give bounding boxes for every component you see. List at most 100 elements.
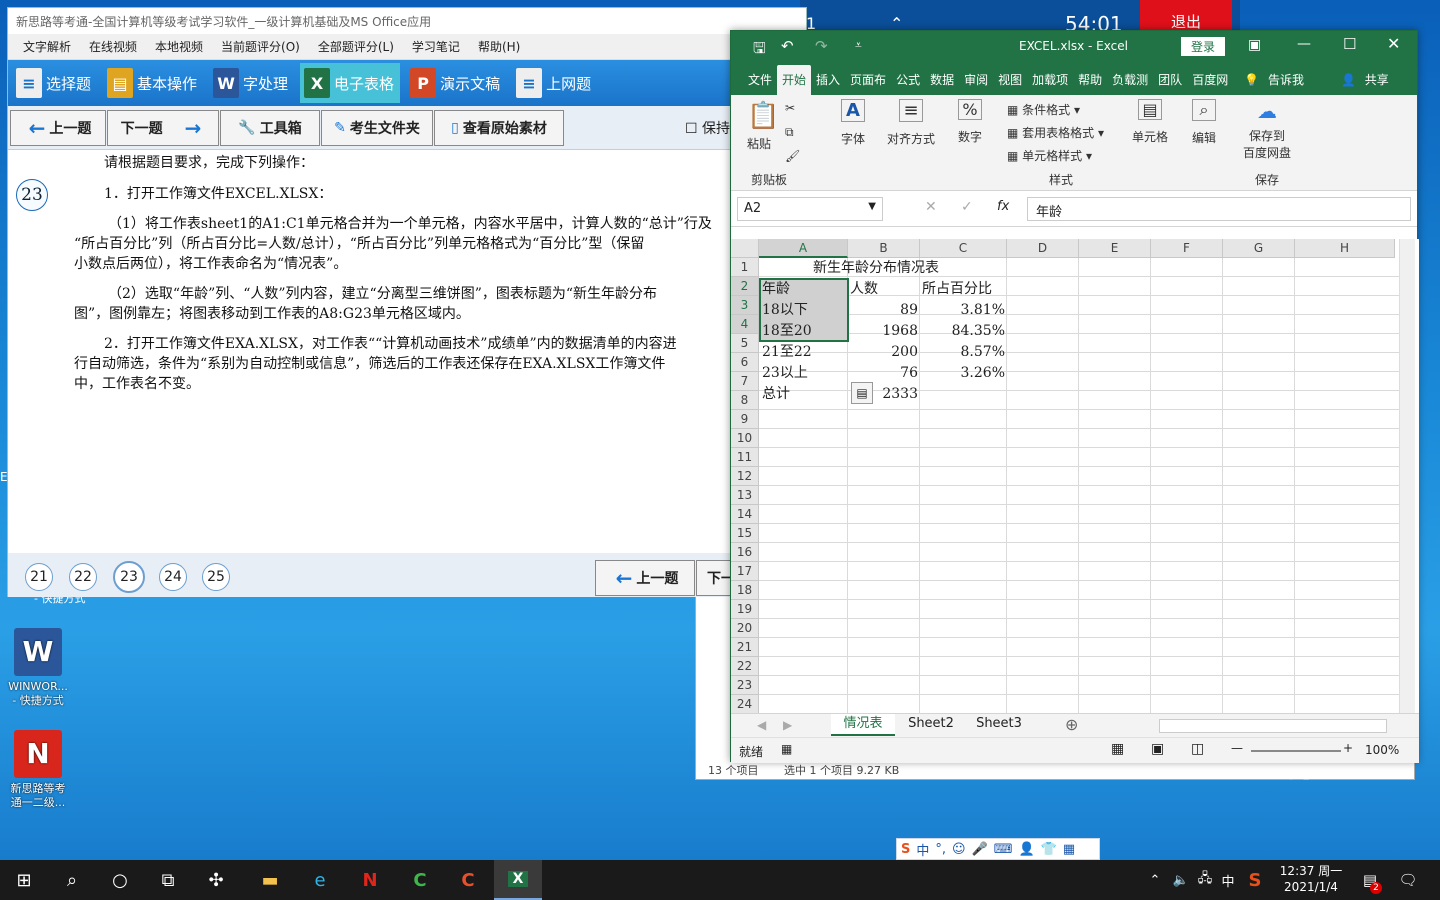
zoom-slider[interactable] <box>1251 750 1341 752</box>
cell-C4[interactable]: 84.35% <box>920 321 1007 342</box>
cell-A4[interactable]: 18至20 <box>760 321 814 342</box>
cell-B2[interactable]: 人数 <box>848 279 880 300</box>
sheet-tab[interactable]: Sheet3 <box>971 714 1027 736</box>
save-icon[interactable]: 🖫 <box>753 38 766 63</box>
module-basic[interactable]: ▤ 基本操作 <box>103 63 203 103</box>
next-question-button[interactable]: 下一题 → <box>107 109 219 146</box>
formula-input[interactable]: 年龄 <box>1027 197 1411 221</box>
view-source-button[interactable]: ▯ 查看原始素材 <box>434 109 564 146</box>
keep-checkbox[interactable]: ☐ 保持 <box>685 118 730 138</box>
action-center-icon[interactable]: 🗨 <box>1390 860 1426 900</box>
row-header[interactable]: 5 <box>731 334 759 353</box>
customize-qat-icon[interactable]: ⩡ <box>855 38 862 53</box>
row-header[interactable]: 3 <box>731 296 759 315</box>
tab-insert[interactable]: 插入 <box>811 65 845 95</box>
desktop-icon-winword[interactable]: W WINWOR... - 快捷方式 <box>4 628 72 708</box>
close-icon[interactable]: ✕ <box>1387 34 1400 53</box>
zoom-in-icon[interactable]: + <box>1343 741 1353 755</box>
clock[interactable]: 12:37 周一 2021/1/4 <box>1276 863 1346 895</box>
row-header[interactable]: 4 <box>731 315 759 334</box>
sheet-scroll-left-icon[interactable]: ◀ <box>757 718 766 732</box>
tray-ime[interactable]: 中 <box>1214 860 1242 900</box>
file-explorer-icon[interactable]: ▬ <box>246 860 294 900</box>
row-header[interactable]: 21 <box>731 638 759 657</box>
module-ppt[interactable]: P 演示文稿 <box>406 63 506 103</box>
row-header[interactable]: 24 <box>731 695 759 713</box>
format-painter-icon[interactable]: 🖌 <box>785 149 800 163</box>
ime-toolbar[interactable]: S 中 °, ☺ 🎤 ⌨ 👤 👕 ▦ <box>896 838 1100 860</box>
task-view-icon[interactable]: ⧉ <box>144 860 192 900</box>
undo-icon[interactable]: ↶ <box>781 37 794 55</box>
page-button[interactable]: 25 <box>202 563 230 591</box>
quick-analysis-icon[interactable]: ▤ <box>851 382 873 404</box>
number-group[interactable]: % 数字 <box>953 99 987 145</box>
prev-question-button-bottom[interactable]: ← 上一题 <box>595 560 695 596</box>
tab-addins[interactable]: 加载项 <box>1027 65 1073 95</box>
column-header[interactable]: G <box>1223 239 1295 258</box>
tab-data[interactable]: 数据 <box>925 65 959 95</box>
edge-icon[interactable]: e <box>296 860 344 900</box>
row-header[interactable]: 16 <box>731 543 759 562</box>
row-header[interactable]: 2 <box>731 277 759 296</box>
tab-team[interactable]: 团队 <box>1153 65 1187 95</box>
search-icon[interactable]: ⌕ <box>48 860 96 900</box>
row-header[interactable]: 8 <box>731 391 759 410</box>
tab-file[interactable]: 文件 <box>743 65 777 95</box>
column-header[interactable]: H <box>1295 239 1395 258</box>
redo-icon[interactable]: ↷ <box>815 37 828 55</box>
cell-B3[interactable]: 89 <box>848 300 920 321</box>
menu-notes[interactable]: 学习笔记 <box>412 38 460 55</box>
row-header[interactable]: 18 <box>731 581 759 600</box>
enter-icon[interactable]: ✓ <box>961 199 973 215</box>
toolbox-button[interactable]: 🔧 工具箱 <box>220 109 320 146</box>
exit-button[interactable]: 退出 <box>1140 0 1232 31</box>
excel-taskbar-icon[interactable]: X <box>494 860 542 900</box>
tab-page-layout[interactable]: 页面布 <box>845 65 891 95</box>
row-header[interactable]: 11 <box>731 448 759 467</box>
macro-record-icon[interactable]: ▦ <box>781 742 792 756</box>
sheet-tab-active[interactable]: 情况表 <box>831 714 895 736</box>
row-header[interactable]: 9 <box>731 410 759 429</box>
cut-icon[interactable]: ✂ <box>785 101 795 115</box>
name-box[interactable]: A2 ▼ <box>737 197 883 221</box>
page-button[interactable]: 22 <box>69 563 97 591</box>
page-button-current[interactable]: 23 <box>113 561 145 593</box>
edit-group[interactable]: ⌕ 编辑 <box>1183 99 1225 146</box>
conditional-format-button[interactable]: ▦ 条件格式 ▾ <box>1007 99 1117 122</box>
zoom-level[interactable]: 100% <box>1365 743 1399 757</box>
menu-help[interactable]: 帮助(H) <box>478 38 520 55</box>
menu-online-video[interactable]: 在线视频 <box>89 38 137 55</box>
minimize-icon[interactable]: — <box>1297 36 1311 52</box>
tell-me[interactable]: 💡 告诉我 <box>1239 65 1314 95</box>
row-header[interactable]: 20 <box>731 619 759 638</box>
camtasia-red-icon[interactable]: C <box>444 860 492 900</box>
cells-group[interactable]: ▤ 单元格 <box>1129 99 1171 145</box>
pinwheel-app-icon[interactable]: ✣ <box>192 860 240 900</box>
login-button[interactable]: 登录 <box>1181 37 1226 56</box>
column-header[interactable]: B <box>848 239 920 258</box>
tab-baidu[interactable]: 百度网 <box>1187 65 1233 95</box>
menu-score-current[interactable]: 当前题评分(O) <box>221 38 300 55</box>
ribbon-display-icon[interactable]: ▣ <box>1248 37 1261 53</box>
column-header[interactable]: E <box>1079 239 1151 258</box>
column-header[interactable]: F <box>1151 239 1223 258</box>
row-header[interactable]: 15 <box>731 524 759 543</box>
row-header[interactable]: 10 <box>731 429 759 448</box>
baidu-save-group[interactable]: ☁ 保存到 百度网盘 保存 <box>1237 99 1297 187</box>
cell-C3[interactable]: 3.81% <box>920 300 1007 321</box>
format-table-button[interactable]: ▦ 套用表格格式 ▾ <box>1007 122 1117 145</box>
add-sheet-icon[interactable]: ⊕ <box>1065 715 1078 734</box>
row-header[interactable]: 13 <box>731 486 759 505</box>
column-header[interactable]: D <box>1007 239 1079 258</box>
cell-C2[interactable]: 所占百分比 <box>920 279 994 300</box>
row-header[interactable]: 14 <box>731 505 759 524</box>
cell-B6[interactable]: 76 <box>848 363 920 384</box>
notes-icon[interactable]: ▤ 2 <box>1352 860 1388 900</box>
cell-C5[interactable]: 8.57% <box>920 342 1007 363</box>
cell-A5[interactable]: 21至22 <box>760 342 814 363</box>
student-folder-button[interactable]: ✎ 考生文件夹 <box>321 109 433 146</box>
cell-A3[interactable]: 18以下 <box>760 300 810 321</box>
module-excel[interactable]: X 电子表格 <box>300 63 401 103</box>
tab-home[interactable]: 开始 <box>777 65 812 95</box>
prev-question-button[interactable]: ← 上一题 <box>10 109 106 146</box>
